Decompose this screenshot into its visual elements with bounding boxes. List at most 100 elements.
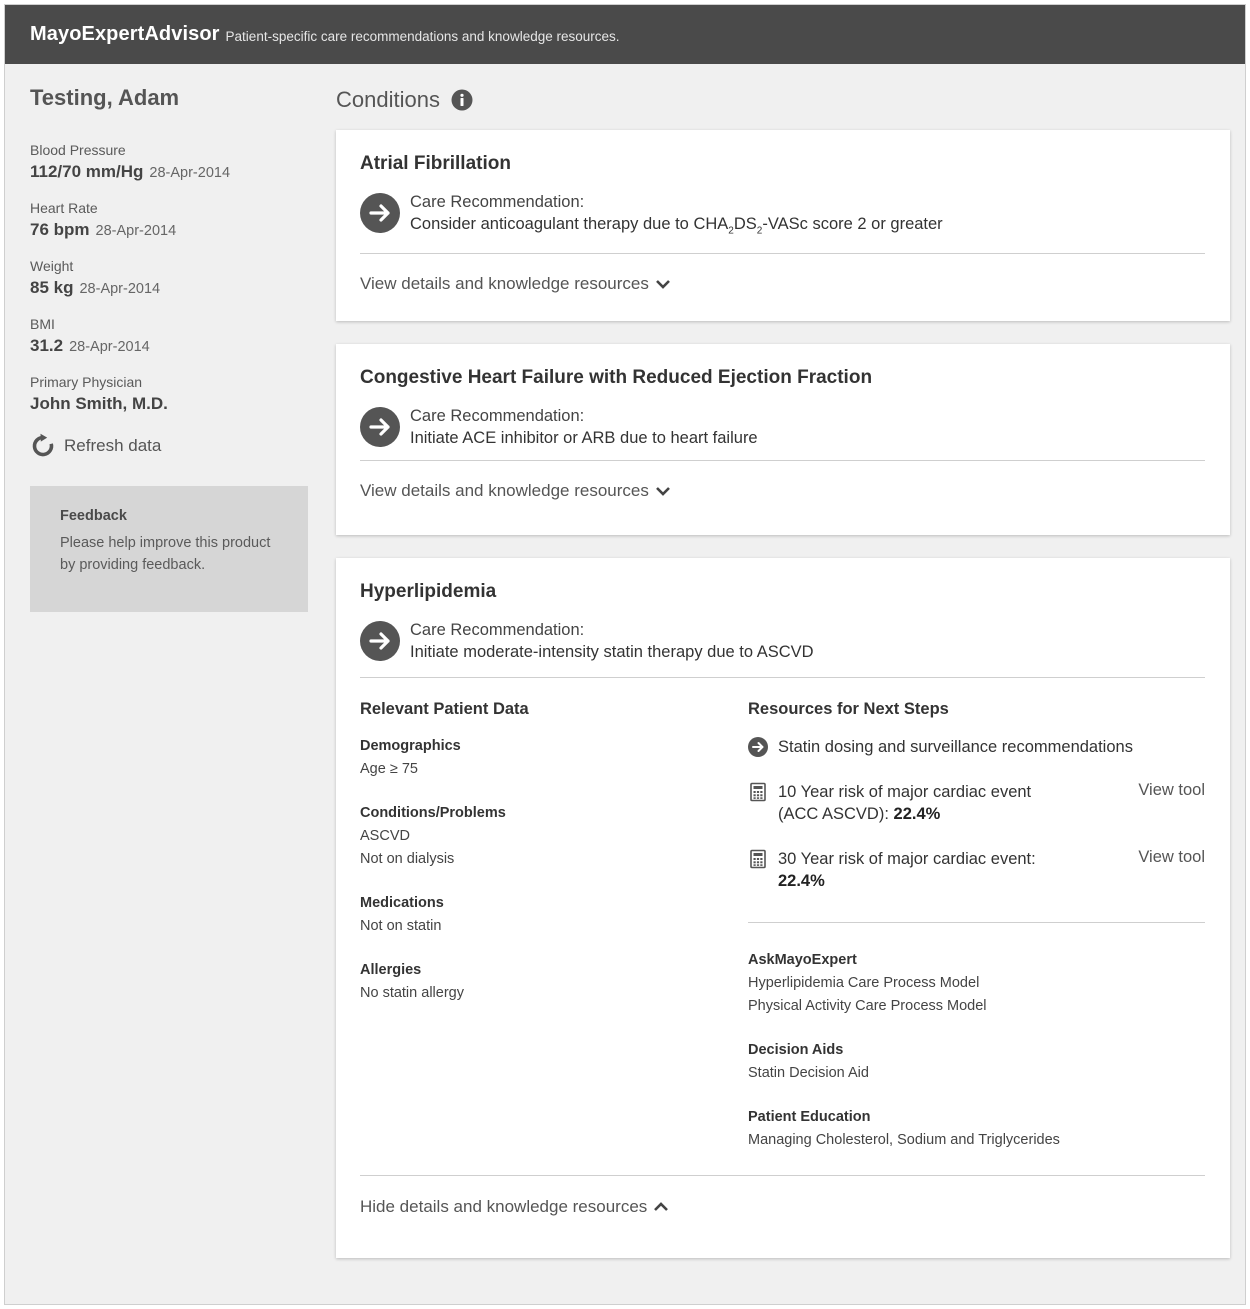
group-title: Decision Aids bbox=[748, 1042, 844, 1058]
conditions-heading: Conditions bbox=[336, 85, 1230, 115]
resource-link[interactable]: Physical Activity Care Process Model bbox=[748, 995, 1205, 1018]
info-icon[interactable] bbox=[451, 89, 473, 111]
recommendation-text: Initiate moderate-intensity statin thera… bbox=[410, 643, 814, 661]
vital-date: 28-Apr-2014 bbox=[95, 223, 177, 239]
risk-tool-text: 10 Year risk of major cardiac event (ACC… bbox=[778, 783, 1032, 823]
arrow-right-circle-icon bbox=[748, 737, 768, 757]
vital-label: Weight bbox=[30, 258, 74, 274]
arrow-right-circle-icon bbox=[360, 407, 400, 447]
vital-value: 85 kg bbox=[30, 278, 74, 297]
data-group-conditions: Conditions/Problems ASCVD Not on dialysi… bbox=[360, 802, 748, 871]
vital-label: BMI bbox=[30, 316, 55, 332]
divider bbox=[360, 253, 1205, 255]
resource-link[interactable]: Hyperlipidemia Care Process Model bbox=[748, 972, 1205, 995]
group-title: Medications bbox=[360, 895, 444, 911]
feedback-text: Please help improve this product by prov… bbox=[60, 535, 271, 573]
resource-group-patient-education: Patient Education Managing Cholesterol, … bbox=[748, 1106, 1205, 1152]
top-bar: MayoExpertAdvisor Patient-specific care … bbox=[5, 5, 1245, 64]
view-details-toggle[interactable]: View details and knowledge resources bbox=[360, 274, 1205, 294]
resource-link[interactable]: Managing Cholesterol, Sodium and Triglyc… bbox=[748, 1129, 1205, 1152]
refresh-label: Refresh data bbox=[64, 436, 162, 455]
patient-sidebar: Testing, Adam Blood Pressure 112/70 mm/H… bbox=[30, 64, 308, 612]
toggle-label: View details and knowledge resources bbox=[360, 481, 649, 500]
vital-value: 76 bpm bbox=[30, 220, 90, 239]
risk-tool-30-year: 30 Year risk of major cardiac event: 22.… bbox=[748, 848, 1205, 892]
data-group-medications: Medications Not on statin bbox=[360, 892, 748, 938]
calculator-icon bbox=[750, 849, 766, 869]
care-recommendation: Care Recommendation: Initiate ACE inhibi… bbox=[360, 405, 1205, 449]
condition-card-heart-failure: Congestive Heart Failure with Reduced Ej… bbox=[336, 344, 1230, 535]
chevron-down-icon bbox=[655, 487, 670, 496]
risk-tool-text: 30 Year risk of major cardiac event: 22.… bbox=[778, 850, 1036, 890]
care-recommendation: Care Recommendation: Initiate moderate-i… bbox=[360, 619, 1205, 663]
group-title: Demographics bbox=[360, 738, 461, 754]
arrow-right-circle-icon bbox=[360, 621, 400, 661]
data-group-demographics: Demographics Age ≥ 75 bbox=[360, 735, 748, 781]
condition-title: Atrial Fibrillation bbox=[360, 153, 511, 174]
vital-value: 31.2 bbox=[30, 336, 64, 355]
brand-logo[interactable]: MayoExpertAdvisor bbox=[30, 23, 220, 46]
group-title: Patient Education bbox=[748, 1109, 871, 1125]
view-tool-link[interactable]: View tool bbox=[1138, 781, 1205, 800]
column-heading: Resources for Next Steps bbox=[748, 700, 949, 718]
group-line: ASCVD bbox=[360, 828, 410, 844]
brand-tagline: Patient-specific care recommendations an… bbox=[225, 28, 620, 44]
vitals-list: Blood Pressure 112/70 mm/Hg 28-Apr-2014 H… bbox=[30, 142, 308, 415]
chevron-down-icon bbox=[655, 280, 670, 290]
risk-value: 22.4% bbox=[893, 805, 941, 823]
conditions-title: Conditions bbox=[336, 87, 440, 112]
divider bbox=[360, 677, 1205, 678]
resource-link-text: Statin dosing and surveillance recommend… bbox=[778, 738, 1133, 756]
group-line: No statin allergy bbox=[360, 985, 464, 1001]
toggle-label: Hide details and knowledge resources bbox=[360, 1197, 648, 1216]
recommendation-label: Care Recommendation: bbox=[410, 193, 585, 211]
arrow-right-circle-icon bbox=[360, 193, 400, 233]
view-details-toggle[interactable]: View details and knowledge resources bbox=[360, 481, 1205, 501]
vital-label: Primary Physician bbox=[30, 374, 143, 390]
resource-link[interactable]: Statin Decision Aid bbox=[748, 1062, 1205, 1085]
divider bbox=[748, 922, 1205, 923]
vital-date: 28-Apr-2014 bbox=[149, 165, 231, 181]
vital-date: 28-Apr-2014 bbox=[79, 281, 161, 297]
conditions-main: Conditions Atrial Fibrillation Care Reco… bbox=[336, 64, 1230, 1258]
feedback-panel[interactable]: Feedback Please help improve this produc… bbox=[30, 486, 308, 612]
condition-card-hyperlipidemia: Hyperlipidemia Care Recommendation: Init… bbox=[336, 558, 1230, 1258]
vital-weight: Weight 85 kg 28-Apr-2014 bbox=[30, 258, 308, 300]
condition-title: Congestive Heart Failure with Reduced Ej… bbox=[360, 367, 873, 388]
statin-dosing-link[interactable]: Statin dosing and surveillance recommend… bbox=[748, 736, 1205, 758]
data-group-allergies: Allergies No statin allergy bbox=[360, 959, 748, 1005]
column-heading: Relevant Patient Data bbox=[360, 700, 529, 718]
group-line: Age ≥ 75 bbox=[360, 761, 418, 777]
resource-group-decision-aids: Decision Aids Statin Decision Aid bbox=[748, 1039, 1205, 1085]
view-tool-link[interactable]: View tool bbox=[1138, 848, 1205, 867]
group-title: AskMayoExpert bbox=[748, 952, 857, 968]
vital-label: Heart Rate bbox=[30, 200, 98, 216]
group-line: Not on dialysis bbox=[360, 851, 455, 867]
details-columns: Relevant Patient Data Demographics Age ≥… bbox=[360, 698, 1205, 1152]
hide-details-toggle[interactable]: Hide details and knowledge resources bbox=[360, 1197, 1205, 1217]
group-title: Allergies bbox=[360, 962, 422, 978]
resources-next-steps: Resources for Next Steps Statin dosing a… bbox=[748, 698, 1205, 1152]
resource-group-askmayoexpert: AskMayoExpert Hyperlipidemia Care Proces… bbox=[748, 949, 1205, 1018]
vital-blood-pressure: Blood Pressure 112/70 mm/Hg 28-Apr-2014 bbox=[30, 142, 308, 184]
risk-value: 22.4% bbox=[778, 872, 825, 890]
feedback-title: Feedback bbox=[60, 508, 127, 524]
condition-title: Hyperlipidemia bbox=[360, 581, 497, 602]
vital-heart-rate: Heart Rate 76 bpm 28-Apr-2014 bbox=[30, 200, 308, 242]
vital-primary-physician: Primary Physician John Smith, M.D. bbox=[30, 374, 308, 415]
toggle-label: View details and knowledge resources bbox=[360, 274, 649, 294]
care-recommendation: Care Recommendation: Consider anticoagul… bbox=[360, 191, 1205, 242]
condition-card-atrial-fibrillation: Atrial Fibrillation Care Recommendation:… bbox=[336, 130, 1230, 321]
recommendation-text: Initiate ACE inhibitor or ARB due to hea… bbox=[410, 429, 758, 447]
group-line: Not on statin bbox=[360, 918, 442, 934]
vital-date: 28-Apr-2014 bbox=[69, 339, 150, 355]
group-title: Conditions/Problems bbox=[360, 805, 506, 821]
refresh-data-button[interactable]: Refresh data bbox=[30, 433, 308, 459]
recommendation-label: Care Recommendation: bbox=[410, 407, 585, 425]
physician-name: John Smith, M.D. bbox=[30, 394, 168, 413]
divider bbox=[360, 460, 1205, 461]
recommendation-label: Care Recommendation: bbox=[410, 621, 585, 639]
app-frame: MayoExpertAdvisor Patient-specific care … bbox=[4, 4, 1246, 1305]
vital-bmi: BMI 31.2 28-Apr-2014 bbox=[30, 316, 308, 358]
refresh-icon bbox=[32, 433, 54, 457]
